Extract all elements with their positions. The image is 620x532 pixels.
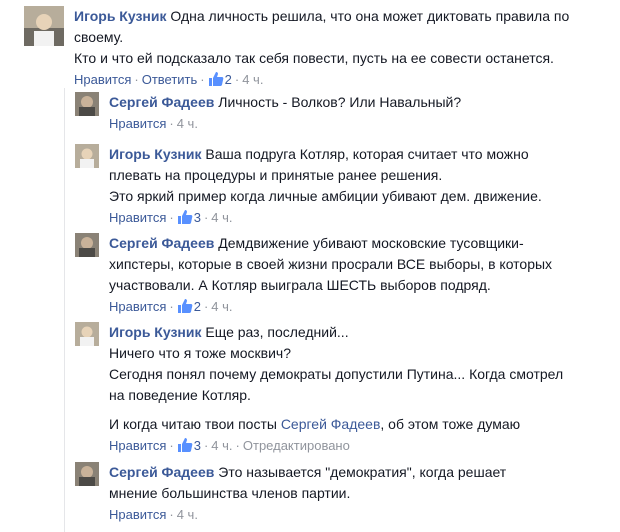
- avatar-image: [75, 322, 99, 346]
- comment-author[interactable]: Игорь Кузник: [109, 146, 201, 162]
- comment-text-line: И когда читаю твои посты Сергей Фадеев, …: [109, 414, 569, 435]
- comment-author[interactable]: Сергей Фадеев: [109, 94, 214, 110]
- like-count[interactable]: 2: [177, 299, 201, 314]
- thumbs-up-icon: [177, 210, 193, 224]
- comment-text-line: Ничего что я тоже москвич?: [109, 345, 291, 361]
- comment-text-line: Это яркий пример когда личные амбиции уб…: [109, 188, 542, 204]
- comment-meta: Нравится · 3 · 4 ч.: [109, 210, 233, 225]
- comment-author[interactable]: Сергей Фадеев: [109, 235, 214, 251]
- avatar[interactable]: [75, 322, 99, 346]
- thumbs-up-icon: [208, 72, 223, 86]
- comment-meta: Нравится · 4 ч.: [109, 116, 198, 131]
- like-count[interactable]: 3: [177, 438, 201, 453]
- like-count[interactable]: 2: [208, 72, 232, 87]
- comment-meta: Нравится · 4 ч.: [109, 507, 198, 522]
- comment-author[interactable]: Сергей Фадеев: [109, 464, 214, 480]
- reply-button[interactable]: Ответить: [142, 72, 198, 87]
- avatar[interactable]: [24, 6, 64, 46]
- avatar[interactable]: [75, 144, 99, 168]
- like-button[interactable]: Нравится: [109, 299, 166, 314]
- edited-label[interactable]: Отредактировано: [243, 438, 350, 453]
- thumbs-up-icon: [177, 299, 193, 313]
- avatar-image: [75, 233, 99, 257]
- timestamp[interactable]: 4 ч.: [211, 438, 232, 453]
- comment-text: Сергей Фадеев Это называется "демократия…: [109, 462, 549, 504]
- comment-text-line: Личность - Волков? Или Навальный?: [218, 94, 462, 110]
- comment-text: Игорь Кузник Еще раз, последний...: [109, 322, 569, 343]
- comment-text: Сергей Фадеев Демдвижение убивают москов…: [109, 233, 565, 296]
- avatar[interactable]: [75, 233, 99, 257]
- like-button[interactable]: Нравится: [109, 507, 166, 522]
- comment-text-line: Еще раз, последний...: [205, 324, 349, 340]
- comment-meta: Нравится · 2 · 4 ч.: [109, 299, 233, 314]
- timestamp[interactable]: 4 ч.: [211, 299, 232, 314]
- timestamp[interactable]: 4 ч.: [177, 116, 198, 131]
- comment-text: Игорь Кузник Ваша подруга Котляр, котора…: [109, 144, 569, 186]
- avatar[interactable]: [75, 92, 99, 116]
- comment-author[interactable]: Игорь Кузник: [109, 324, 201, 340]
- mention-link[interactable]: Сергей Фадеев: [281, 416, 381, 432]
- comment-meta: Нравится · 3 · 4 ч. · Отредактировано: [109, 438, 350, 453]
- timestamp[interactable]: 4 ч.: [211, 210, 232, 225]
- thumbs-up-icon: [177, 438, 193, 452]
- like-button[interactable]: Нравится: [109, 210, 166, 225]
- comment-text: Сергей Фадеев Личность - Волков? Или Нав…: [109, 92, 609, 113]
- avatar-image: [24, 6, 64, 46]
- comment-text-fragment: И когда читаю твои посты: [109, 416, 277, 432]
- comment-text-fragment: , об этом тоже думаю: [380, 416, 521, 432]
- like-button[interactable]: Нравится: [74, 72, 131, 87]
- comment-thread: Игорь Кузник Одна личность решила, что о…: [0, 0, 620, 532]
- timestamp[interactable]: 4 ч.: [177, 507, 198, 522]
- avatar-image: [75, 462, 99, 486]
- comment-author[interactable]: Игорь Кузник: [74, 8, 166, 24]
- reply-rail: [64, 88, 65, 532]
- like-button[interactable]: Нравится: [109, 116, 166, 131]
- avatar-image: [75, 92, 99, 116]
- timestamp[interactable]: 4 ч.: [242, 72, 263, 87]
- comment-text-line: Кто и что ей подсказало так себя повести…: [74, 50, 554, 66]
- comment-text: Игорь Кузник Одна личность решила, что о…: [74, 6, 614, 48]
- comment-text-line: Сегодня понял почему демократы допустили…: [109, 366, 564, 403]
- avatar-image: [75, 144, 99, 168]
- like-count[interactable]: 3: [177, 210, 201, 225]
- like-button[interactable]: Нравится: [109, 438, 166, 453]
- avatar[interactable]: [75, 462, 99, 486]
- comment-meta: Нравится · Ответить · 2 · 4 ч.: [74, 72, 264, 87]
